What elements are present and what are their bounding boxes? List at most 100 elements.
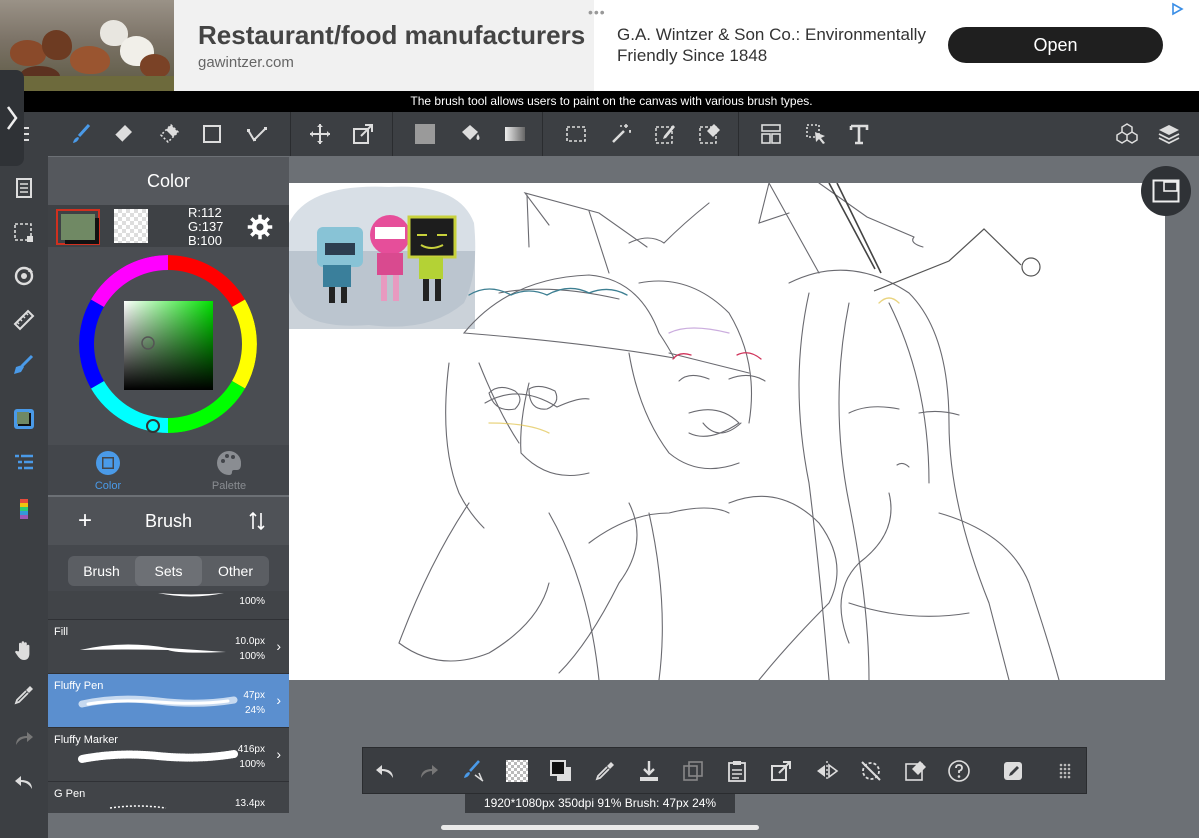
color-swap-icon[interactable] — [547, 757, 575, 785]
canvas-preview-button[interactable] — [1141, 166, 1191, 216]
page-icon[interactable] — [9, 173, 39, 203]
save-icon[interactable] — [635, 757, 663, 785]
color-panel-title: Color — [48, 157, 289, 205]
ad-banner[interactable]: Restaurant/food manufacturers gawintzer.… — [0, 0, 1199, 91]
brush-swap-icon[interactable] — [459, 757, 487, 785]
tab-palette[interactable]: Palette — [169, 449, 289, 495]
brush-size: 47px 24% — [243, 690, 265, 716]
selection-icon[interactable] — [9, 218, 39, 248]
eraser-icon[interactable] — [108, 119, 138, 149]
shape-icon[interactable] — [197, 119, 227, 149]
gear-icon[interactable] — [246, 213, 274, 241]
chevron-right-icon[interactable]: › — [276, 746, 281, 762]
ad-text-block[interactable]: Restaurant/food manufacturers gawintzer.… — [174, 0, 594, 91]
ad-description[interactable]: G.A. Wintzer & Son Co.: Environmentally … — [617, 24, 927, 66]
brush-icon[interactable] — [66, 119, 96, 149]
ad-open-button[interactable]: Open — [948, 27, 1163, 63]
chevron-right-icon — [6, 106, 18, 130]
lasso-icon[interactable] — [242, 119, 272, 149]
transparent-icon[interactable] — [503, 757, 531, 785]
rotate-icon[interactable] — [9, 261, 39, 291]
frame-icon[interactable] — [756, 119, 786, 149]
brush-name: Fluffy Marker — [54, 734, 118, 746]
layer-list-icon[interactable] — [9, 448, 39, 478]
background-swatch[interactable] — [114, 209, 148, 243]
brush-row-fluffy-marker[interactable]: Fluffy Marker 416px 100% › — [48, 727, 289, 781]
color-panel: Color R:112 G:137 B:100 Color Palette — [48, 157, 289, 495]
chevron-right-icon[interactable]: › — [276, 638, 281, 654]
redo-icon[interactable] — [9, 723, 39, 753]
hand-icon[interactable] — [9, 636, 39, 666]
more-icon[interactable] — [1051, 757, 1079, 785]
move-icon[interactable] — [305, 119, 335, 149]
copy-icon[interactable] — [679, 757, 707, 785]
rgb-g: G:137 — [188, 219, 224, 234]
brush-name: Fill — [54, 626, 69, 638]
swatch-row: R:112 G:137 B:100 — [48, 205, 289, 248]
canvas-status: 1920*1080px 350dpi 91% Brush: 47px 24% — [465, 794, 735, 813]
select-rect-icon[interactable] — [561, 119, 591, 149]
ad-url[interactable]: gawintzer.com — [198, 54, 294, 71]
color-icon[interactable] — [9, 404, 39, 434]
segment-sets[interactable]: Sets — [135, 556, 202, 586]
pen-pressure-icon[interactable] — [999, 757, 1027, 785]
3d-icon[interactable] — [1112, 119, 1142, 149]
undo-icon[interactable] — [9, 767, 39, 797]
bucket-icon[interactable] — [455, 119, 485, 149]
ad-options-icon[interactable]: ••• — [588, 4, 606, 20]
brush-stroke-preview — [78, 750, 238, 763]
text-icon[interactable] — [844, 119, 874, 149]
foreground-swatch[interactable] — [56, 209, 100, 245]
brush-category-segment: Brush Sets Other — [68, 556, 269, 586]
select-pen-icon[interactable] — [650, 119, 680, 149]
ad-image[interactable] — [0, 0, 174, 91]
eyedropper-icon[interactable] — [9, 680, 39, 710]
tool-tooltip: The brush tool allows users to paint on … — [24, 91, 1199, 112]
sidebar-expand-tab[interactable] — [0, 70, 24, 166]
brush-panel: + Brush Brush Sets Other 100% Fill 10.0p… — [48, 497, 289, 813]
flip-icon[interactable] — [813, 757, 841, 785]
eyedropper-icon[interactable] — [591, 757, 619, 785]
brush-row-fluffy-pen[interactable]: Fluffy Pen 47px 24% › — [48, 673, 289, 727]
rotate-reset-icon[interactable] — [857, 757, 885, 785]
color-wheel[interactable] — [48, 247, 289, 445]
color-wheel-area[interactable] — [48, 247, 289, 445]
bottom-toolbar — [362, 747, 1087, 794]
blur-icon[interactable] — [154, 119, 184, 149]
ad-choices-icon[interactable] — [1170, 2, 1184, 16]
gradient-icon[interactable] — [500, 119, 530, 149]
select-eraser-icon[interactable] — [694, 119, 724, 149]
clear-icon[interactable] — [901, 757, 929, 785]
brush-name: G Pen — [54, 788, 86, 800]
brush-row-fill[interactable]: Fill 10.0px 100% › — [48, 619, 289, 673]
magic-wand-icon[interactable] — [606, 119, 636, 149]
transform-icon[interactable] — [348, 119, 378, 149]
paste-icon[interactable] — [723, 757, 751, 785]
help-icon[interactable] — [945, 757, 973, 785]
layers-icon[interactable] — [1154, 119, 1184, 149]
ruler-icon[interactable] — [9, 305, 39, 335]
brush-row-partial[interactable]: 100% — [48, 591, 289, 619]
segment-other[interactable]: Other — [202, 556, 269, 586]
ad-title[interactable]: Restaurant/food manufacturers — [198, 20, 585, 51]
brush-stroke-preview — [109, 805, 167, 809]
home-indicator[interactable] — [441, 825, 759, 830]
drawing-canvas[interactable] — [289, 183, 1165, 680]
operation-icon[interactable] — [801, 119, 831, 149]
chevron-right-icon[interactable]: › — [276, 692, 281, 708]
fill-color-icon[interactable] — [410, 119, 440, 149]
sort-icon[interactable] — [247, 511, 267, 531]
brush-name: Fluffy Pen — [54, 680, 104, 692]
color-tabs: Color Palette — [48, 445, 289, 495]
color-tab-icon — [96, 451, 120, 475]
palette-strip-icon[interactable] — [9, 494, 39, 524]
tab-color-label: Color — [94, 480, 122, 492]
brush-size: 13.4px — [234, 798, 265, 809]
undo-icon[interactable] — [371, 757, 399, 785]
segment-brush[interactable]: Brush — [68, 556, 135, 586]
brush-row-g-pen[interactable]: G Pen 13.4px — [48, 781, 289, 813]
pen-icon[interactable] — [9, 350, 39, 380]
tab-color[interactable]: Color — [48, 449, 168, 495]
export-icon[interactable] — [767, 757, 795, 785]
redo-icon[interactable] — [415, 757, 443, 785]
